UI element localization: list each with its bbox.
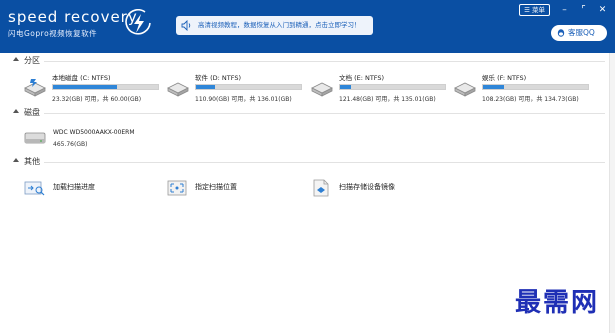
other-label: 其他 xyxy=(24,157,40,166)
disk-item[interactable]: WDC WD5000AAKX-00ERM 465.76(GB) xyxy=(24,127,184,153)
usage-bar xyxy=(195,84,302,90)
scan-location-icon xyxy=(167,180,187,196)
partition-space-info: 121.48(GB) 可用，共 135.01(GB) xyxy=(339,96,436,103)
usage-bar-fill xyxy=(53,85,118,89)
section-divider xyxy=(44,61,605,62)
partition-space-info: 23.32(GB) 可用，共 60.00(GB) xyxy=(52,96,142,103)
disks-label: 磁盘 xyxy=(24,108,40,117)
app-name: speed recovery xyxy=(8,8,138,26)
disk-size: 465.76(GB) xyxy=(53,141,88,148)
section-divider xyxy=(44,162,605,163)
scan-disk-image-button[interactable]: 扫描存储设备镜像 xyxy=(310,178,450,200)
partition-item-e[interactable]: 文档 (E: NTFS) 121.48(GB) 可用，共 135.01(GB) xyxy=(309,72,449,106)
qq-label: 客服QQ xyxy=(568,28,595,37)
menu-label: 菜单 xyxy=(532,6,545,14)
partitions-section-header[interactable]: 分区 xyxy=(0,55,615,67)
watermark-text: 最需网 xyxy=(514,288,599,318)
tool-label: 加载扫描进度 xyxy=(53,183,95,191)
usage-bar xyxy=(52,84,159,90)
usage-bar xyxy=(482,84,589,90)
section-divider xyxy=(44,113,605,114)
partition-name: 娱乐 (F: NTFS) xyxy=(482,74,527,82)
usage-bar-fill xyxy=(340,85,351,89)
minimize-icon[interactable]: – xyxy=(560,5,569,15)
app-logo: speed recovery 闪电Gopro视频恢复软件 xyxy=(8,9,138,39)
partitions-label: 分区 xyxy=(24,56,40,65)
qq-icon xyxy=(557,29,565,37)
load-progress-icon xyxy=(24,181,45,196)
usage-bar xyxy=(339,84,446,90)
partition-name: 软件 (D: NTFS) xyxy=(195,74,241,82)
title-bar: speed recovery 闪电Gopro视频恢复软件 高清视频教程，数据恢复… xyxy=(0,0,615,53)
notice-text: 高清视频教程，数据恢复从入门到精通，点击立即学习！ xyxy=(198,21,361,29)
collapse-arrow-icon xyxy=(13,109,19,113)
tool-label: 扫描存储设备镜像 xyxy=(339,183,395,191)
disks-section-header[interactable]: 磁盘 xyxy=(0,107,615,119)
usage-bar-fill xyxy=(196,85,215,89)
tutorial-notice-link[interactable]: 高清视频教程，数据恢复从入门到精通，点击立即学习！ xyxy=(176,16,373,35)
maximize-icon[interactable]: ⌜ xyxy=(579,5,588,15)
usage-bar-fill xyxy=(483,85,504,89)
partition-item-d[interactable]: 软件 (D: NTFS) 110.90(GB) 可用，共 136.01(GB) xyxy=(165,72,305,106)
disk-name: WDC WD5000AAKX-00ERM xyxy=(53,129,135,136)
drive-icon xyxy=(24,79,46,97)
drive-icon xyxy=(311,82,333,97)
collapse-arrow-icon xyxy=(13,158,19,162)
app-window: speed recovery 闪电Gopro视频恢复软件 高清视频教程，数据恢复… xyxy=(0,0,615,333)
other-section-header[interactable]: 其他 xyxy=(0,156,615,168)
partition-name: 文档 (E: NTFS) xyxy=(339,74,385,82)
partition-item-c[interactable]: 本地磁盘 (C: NTFS) 23.32(GB) 可用，共 60.00(GB) xyxy=(22,72,162,106)
speaker-icon xyxy=(181,20,191,31)
collapse-arrow-icon xyxy=(13,57,19,61)
lightning-logo-icon xyxy=(125,9,151,35)
menu-button[interactable]: ☰ 菜单 xyxy=(519,4,550,16)
specify-scan-location-button[interactable]: 指定扫描位置 xyxy=(166,178,286,200)
vertical-scrollbar[interactable] xyxy=(609,53,615,333)
partition-space-info: 110.90(GB) 可用，共 136.01(GB) xyxy=(195,96,292,103)
app-subtitle: 闪电Gopro视频恢复软件 xyxy=(8,29,98,38)
partition-name: 本地磁盘 (C: NTFS) xyxy=(52,74,111,82)
disk-image-icon xyxy=(313,179,329,197)
tool-label: 指定扫描位置 xyxy=(195,183,237,191)
load-scan-progress-button[interactable]: 加载扫描进度 xyxy=(24,178,144,200)
partition-space-info: 108.23(GB) 可用，共 134.73(GB) xyxy=(482,96,579,103)
close-icon[interactable]: ✕ xyxy=(598,5,607,15)
partition-item-f[interactable]: 娱乐 (F: NTFS) 108.23(GB) 可用，共 134.73(GB) xyxy=(452,72,592,106)
window-controls: ☰ 菜单 – ⌜ ✕ xyxy=(519,4,607,16)
drive-icon xyxy=(454,82,476,97)
drive-icon xyxy=(167,82,189,97)
customer-service-qq-button[interactable]: 客服QQ xyxy=(551,25,607,41)
hard-disk-icon xyxy=(24,132,46,144)
